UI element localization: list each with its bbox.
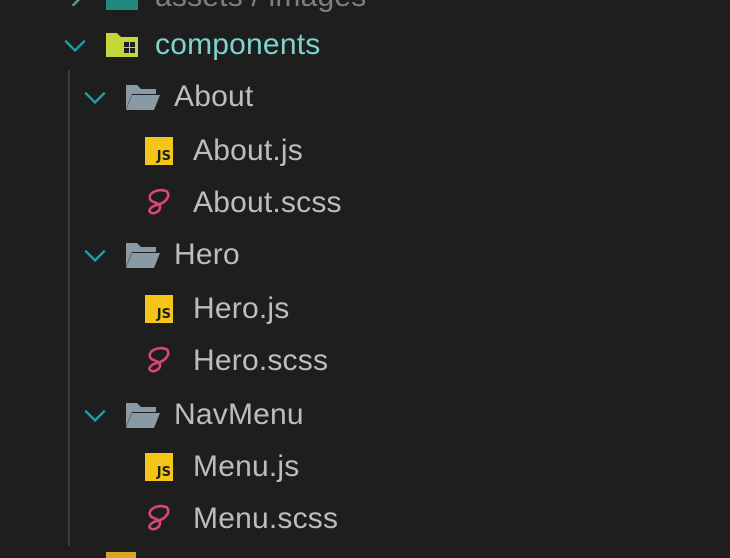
- partial-folder-icon: [106, 552, 136, 558]
- tree-row-file-about-scss[interactable]: About.scss: [0, 177, 730, 229]
- tree-label-file: Hero.js: [193, 292, 290, 325]
- tree-label-folder: NavMenu: [174, 398, 304, 431]
- chevron-down-icon[interactable]: [62, 32, 88, 58]
- sass-file-icon: [148, 188, 170, 215]
- javascript-file-icon: JS: [145, 453, 173, 481]
- folder-open-icon: [126, 403, 160, 428]
- tree-label-file: About.js: [193, 134, 303, 167]
- tree-label-assets-images: assets / images: [155, 0, 366, 14]
- tree-label-file: Menu.js: [193, 450, 300, 483]
- tree-label-file: About.scss: [193, 186, 342, 219]
- javascript-file-icon: JS: [145, 295, 173, 323]
- js-badge-text: JS: [156, 149, 171, 164]
- chevron-right-icon[interactable]: [64, 0, 90, 10]
- tree-label-components: components: [155, 28, 321, 61]
- chevron-down-icon[interactable]: [82, 242, 108, 268]
- tree-label-folder: About: [174, 80, 254, 113]
- folder-open-icon: [126, 243, 160, 268]
- chevron-down-icon[interactable]: [82, 84, 108, 110]
- tree-row-file-about-js[interactable]: JS About.js: [0, 125, 730, 177]
- tree-row-file-menu-js[interactable]: JS Menu.js: [0, 441, 730, 493]
- sass-file-icon: [148, 504, 170, 531]
- tree-row-file-hero-scss[interactable]: Hero.scss: [0, 335, 730, 387]
- tree-label-file: Menu.scss: [193, 502, 339, 535]
- tree-row-file-hero-js[interactable]: JS Hero.js: [0, 283, 730, 335]
- components-folder-icon: [106, 33, 138, 57]
- js-badge-text: JS: [156, 465, 171, 480]
- folder-open-icon: [126, 85, 160, 110]
- folder-icon: [106, 0, 138, 10]
- chevron-down-icon[interactable]: [82, 402, 108, 428]
- tree-label-folder: Hero: [174, 238, 240, 271]
- tree-row-folder-hero[interactable]: Hero: [0, 229, 730, 281]
- js-badge-text: JS: [156, 307, 171, 322]
- tree-row-file-menu-scss[interactable]: Menu.scss: [0, 493, 730, 545]
- tree-row-folder-about[interactable]: About: [0, 71, 730, 123]
- tree-row-components[interactable]: components: [0, 19, 730, 71]
- javascript-file-icon: JS: [145, 137, 173, 165]
- sass-file-icon: [148, 346, 170, 373]
- tree-row-folder-navmenu[interactable]: NavMenu: [0, 389, 730, 441]
- tree-label-file: Hero.scss: [193, 344, 329, 377]
